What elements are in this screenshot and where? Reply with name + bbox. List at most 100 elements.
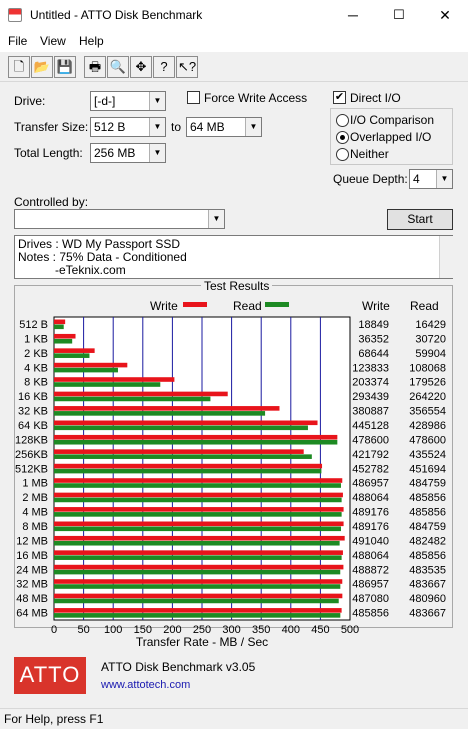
write-bar: [54, 406, 280, 411]
category-label: 32 MB: [16, 579, 48, 591]
write-bar: [54, 535, 345, 541]
write-value: 18849: [358, 319, 389, 331]
category-label: 256KB: [15, 449, 48, 461]
write-bar: [54, 377, 175, 382]
x-tick-label: 50: [77, 624, 89, 636]
category-label: 8 MB: [22, 521, 48, 533]
write-value: 489176: [352, 507, 389, 519]
read-value: 16429: [415, 319, 446, 331]
category-label: 12 MB: [16, 535, 48, 547]
write-bar: [54, 478, 343, 483]
write-bar: [54, 319, 66, 325]
write-bar: [54, 521, 344, 527]
x-tick-label: 0: [51, 624, 57, 636]
status-text: For Help, press F1: [4, 712, 104, 726]
read-bar: [54, 483, 341, 488]
category-label: 128KB: [15, 434, 48, 446]
website-link[interactable]: www.attotech.com: [101, 679, 190, 691]
read-bar: [54, 569, 341, 575]
results-chart: Write Read Write Read 512 B 18849 16429 1 KB 363…: [15, 299, 446, 649]
x-axis-label: Transfer Rate - MB / Sec: [136, 635, 268, 649]
x-tick-label: 400: [282, 624, 300, 636]
write-value: 487080: [352, 593, 389, 605]
write-value: 488064: [352, 550, 389, 562]
write-bar: [54, 579, 343, 584]
write-bar: [54, 608, 342, 613]
x-tick-label: 500: [341, 624, 359, 636]
read-value: 485856: [409, 492, 446, 504]
write-value: 445128: [352, 420, 389, 432]
write-value: 421792: [352, 449, 389, 461]
write-value: 123833: [352, 362, 389, 374]
write-bar: [54, 492, 343, 498]
write-value: 478600: [352, 434, 389, 446]
write-bar: [54, 550, 343, 555]
read-bar: [54, 468, 322, 474]
legend-write-label: Write: [150, 299, 178, 313]
write-bar: [54, 391, 228, 397]
read-bar: [54, 324, 64, 330]
category-label: 1 KB: [24, 333, 48, 345]
category-label: 64 KB: [18, 420, 48, 432]
write-value: 36352: [358, 333, 389, 345]
read-bar: [54, 382, 161, 387]
read-bar: [54, 454, 312, 459]
write-value: 68644: [358, 348, 389, 360]
write-bar: [54, 333, 76, 339]
category-label: 32 KB: [18, 406, 48, 418]
atto-logo: ATTO: [14, 657, 86, 694]
read-value: 108068: [409, 362, 446, 374]
write-value: 452782: [352, 463, 389, 475]
read-value: 482482: [409, 535, 446, 547]
write-bar: [54, 564, 344, 570]
write-bar: [54, 593, 343, 599]
read-bar: [54, 598, 339, 604]
read-value: 484759: [409, 478, 446, 490]
category-label: 4 MB: [22, 507, 48, 519]
write-value: 488064: [352, 492, 389, 504]
category-label: 2 MB: [22, 492, 48, 504]
write-value: 488872: [352, 564, 389, 576]
write-bar: [54, 420, 318, 426]
read-bar: [54, 555, 342, 560]
write-value: 489176: [352, 521, 389, 533]
read-value: 478600: [409, 434, 446, 446]
write-bar: [54, 362, 128, 368]
read-bar: [54, 497, 342, 503]
read-value: 435524: [409, 449, 446, 461]
read-value: 59904: [415, 348, 446, 360]
read-value: 483667: [409, 608, 446, 620]
read-bar: [54, 584, 341, 589]
read-column-header: Read: [410, 299, 439, 313]
read-value: 484759: [409, 521, 446, 533]
read-bar: [54, 353, 90, 358]
read-value: 179526: [409, 377, 446, 389]
read-bar: [54, 367, 118, 373]
read-value: 356554: [409, 406, 446, 418]
write-value: 486957: [352, 478, 389, 490]
x-tick-label: 100: [104, 624, 122, 636]
read-value: 264220: [409, 391, 446, 403]
write-bar: [54, 463, 323, 469]
write-bar: [54, 449, 304, 454]
write-column-header: Write: [362, 299, 390, 313]
legend-read-label: Read: [233, 299, 262, 313]
read-value: 480960: [409, 593, 446, 605]
write-bar: [54, 434, 338, 440]
read-bar: [54, 540, 340, 546]
read-bar: [54, 512, 342, 517]
legend-read-swatch: [265, 302, 289, 307]
category-label: 2 KB: [24, 348, 48, 360]
write-value: 486957: [352, 579, 389, 591]
category-label: 48 MB: [16, 593, 48, 605]
category-label: 512 B: [19, 319, 48, 331]
read-bar: [54, 439, 338, 445]
read-bar: [54, 425, 308, 431]
legend-write-swatch: [183, 302, 207, 307]
category-label: 24 MB: [16, 564, 48, 576]
read-bar: [54, 411, 266, 416]
read-bar: [54, 613, 341, 618]
write-value: 203374: [352, 377, 389, 389]
read-bar: [54, 338, 73, 344]
read-value: 483667: [409, 579, 446, 591]
